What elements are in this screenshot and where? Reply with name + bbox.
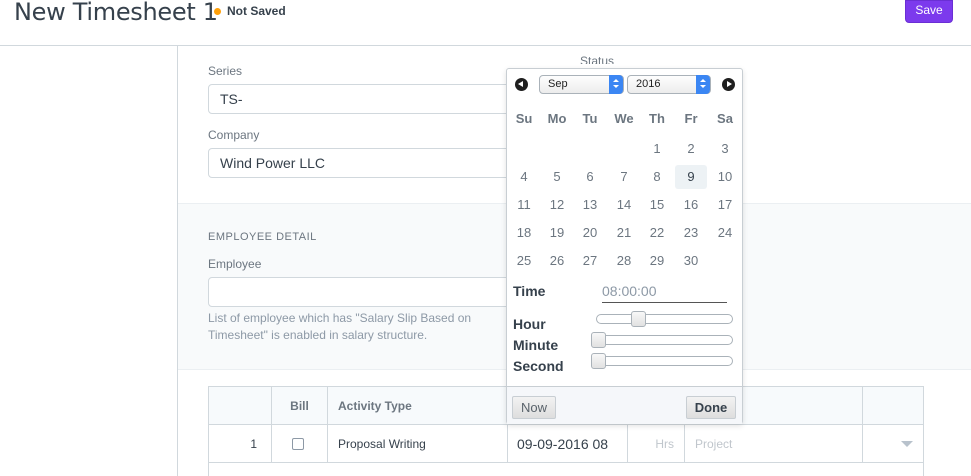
- section-heading: EMPLOYEE DETAIL: [208, 231, 317, 243]
- calendar-day[interactable]: 3: [709, 137, 741, 161]
- calendar-day[interactable]: 7: [608, 165, 640, 189]
- year-value: 2016: [636, 78, 661, 90]
- minute-label: Minute: [513, 337, 559, 353]
- second-slider[interactable]: [591, 353, 733, 369]
- prev-month-icon[interactable]: [515, 78, 528, 91]
- calendar-day[interactable]: 16: [675, 193, 707, 217]
- minute-slider-handle[interactable]: [591, 332, 606, 348]
- now-button[interactable]: Now: [512, 396, 556, 419]
- calendar-day[interactable]: 30: [675, 249, 707, 273]
- row-activity-type[interactable]: Proposal Writing: [328, 425, 508, 463]
- calendar-day[interactable]: 23: [675, 221, 707, 245]
- company-label: Company: [208, 128, 260, 142]
- page-header: New Timesheet 1 Not Saved Save: [0, 0, 971, 46]
- minute-slider[interactable]: [591, 332, 733, 348]
- series-select[interactable]: TS-: [208, 84, 538, 114]
- calendar-day[interactable]: 21: [608, 221, 640, 245]
- weekday-label: Sa: [717, 111, 733, 126]
- calendar-day[interactable]: 14: [608, 193, 640, 217]
- calendar-day[interactable]: 20: [574, 221, 606, 245]
- calendar-day[interactable]: 6: [574, 165, 606, 189]
- status-text: Not Saved: [227, 4, 286, 18]
- calendar-day[interactable]: 8: [641, 165, 673, 189]
- row-index: 1: [209, 425, 272, 463]
- hour-label: Hour: [513, 316, 546, 332]
- header-index: [209, 387, 272, 425]
- calendar-day[interactable]: 26: [541, 249, 573, 273]
- calendar-day[interactable]: 15: [641, 193, 673, 217]
- page-title: New Timesheet 1: [14, 0, 218, 26]
- row-dropdown-icon[interactable]: [901, 441, 913, 447]
- calendar-day[interactable]: 18: [508, 221, 540, 245]
- row-from-time-input[interactable]: 09-09-2016 08: [508, 425, 628, 463]
- weekday-label: Tu: [582, 111, 598, 126]
- weekday-label: Mo: [547, 111, 567, 126]
- month-value: Sep: [548, 78, 568, 90]
- calendar-day[interactable]: 4: [508, 165, 540, 189]
- row-hours-input[interactable]: Hrs: [628, 425, 685, 463]
- year-select-arrow-icon: [696, 75, 710, 94]
- datetime-picker: Sep 2016 Su Mo Tu We Th Fr Sa 1 2 3 4 5 6 7 8 9 10 11 12 1…: [506, 68, 743, 424]
- employee-help-text: List of employee which has "Salary Slip …: [208, 311, 472, 342]
- header-bill: Bill: [272, 387, 328, 425]
- weekday-label: Fr: [684, 111, 698, 126]
- company-field[interactable]: Wind Power LLC: [208, 148, 538, 178]
- calendar-day[interactable]: 10: [709, 165, 741, 189]
- year-select[interactable]: 2016: [627, 75, 711, 94]
- row-project-input[interactable]: Project: [685, 425, 863, 463]
- calendar-day[interactable]: 5: [541, 165, 573, 189]
- calendar-day[interactable]: 12: [541, 193, 573, 217]
- calendar-day[interactable]: 1: [641, 137, 673, 161]
- calendar-day[interactable]: 13: [574, 193, 606, 217]
- calendar-day[interactable]: 11: [508, 193, 540, 217]
- weekday-label: Su: [515, 111, 533, 126]
- time-input[interactable]: 08:00:00: [602, 283, 727, 303]
- bill-checkbox[interactable]: [292, 438, 304, 450]
- table-row[interactable]: 1 Proposal Writing 09-09-2016 08 Hrs Pro…: [209, 425, 923, 463]
- month-select[interactable]: Sep: [539, 75, 624, 94]
- employee-field[interactable]: [208, 277, 538, 307]
- hour-slider[interactable]: [596, 311, 733, 327]
- series-label: Series: [208, 64, 243, 78]
- time-label: Time: [513, 283, 546, 299]
- weekday-label: We: [614, 111, 634, 126]
- calendar-day[interactable]: 27: [574, 249, 606, 273]
- calendar-day[interactable]: 22: [641, 221, 673, 245]
- calendar-day[interactable]: 29: [641, 249, 673, 273]
- picker-footer: Now Done: [507, 386, 742, 424]
- calendar-day[interactable]: 19: [541, 221, 573, 245]
- save-button[interactable]: Save: [905, 0, 953, 23]
- second-slider-handle[interactable]: [591, 353, 606, 369]
- calendar-day[interactable]: 25: [508, 249, 540, 273]
- employee-label: Employee: [208, 257, 262, 271]
- header-activity-type: Activity Type: [328, 387, 508, 425]
- month-select-arrow-icon: [609, 75, 623, 94]
- calendar-day-selected[interactable]: 9: [675, 165, 707, 189]
- next-month-icon[interactable]: [722, 78, 735, 91]
- calendar-day[interactable]: 17: [709, 193, 741, 217]
- done-button[interactable]: Done: [686, 396, 736, 419]
- calendar-day[interactable]: 2: [675, 137, 707, 161]
- weekday-label: Th: [649, 111, 665, 126]
- calendar-day[interactable]: 24: [709, 221, 741, 245]
- status-dot-icon: [214, 7, 221, 15]
- status-indicator: Not Saved: [214, 4, 286, 18]
- second-label: Second: [513, 358, 564, 374]
- calendar-day[interactable]: 28: [608, 249, 640, 273]
- status-label: Status: [580, 54, 615, 64]
- hour-slider-handle[interactable]: [631, 311, 647, 327]
